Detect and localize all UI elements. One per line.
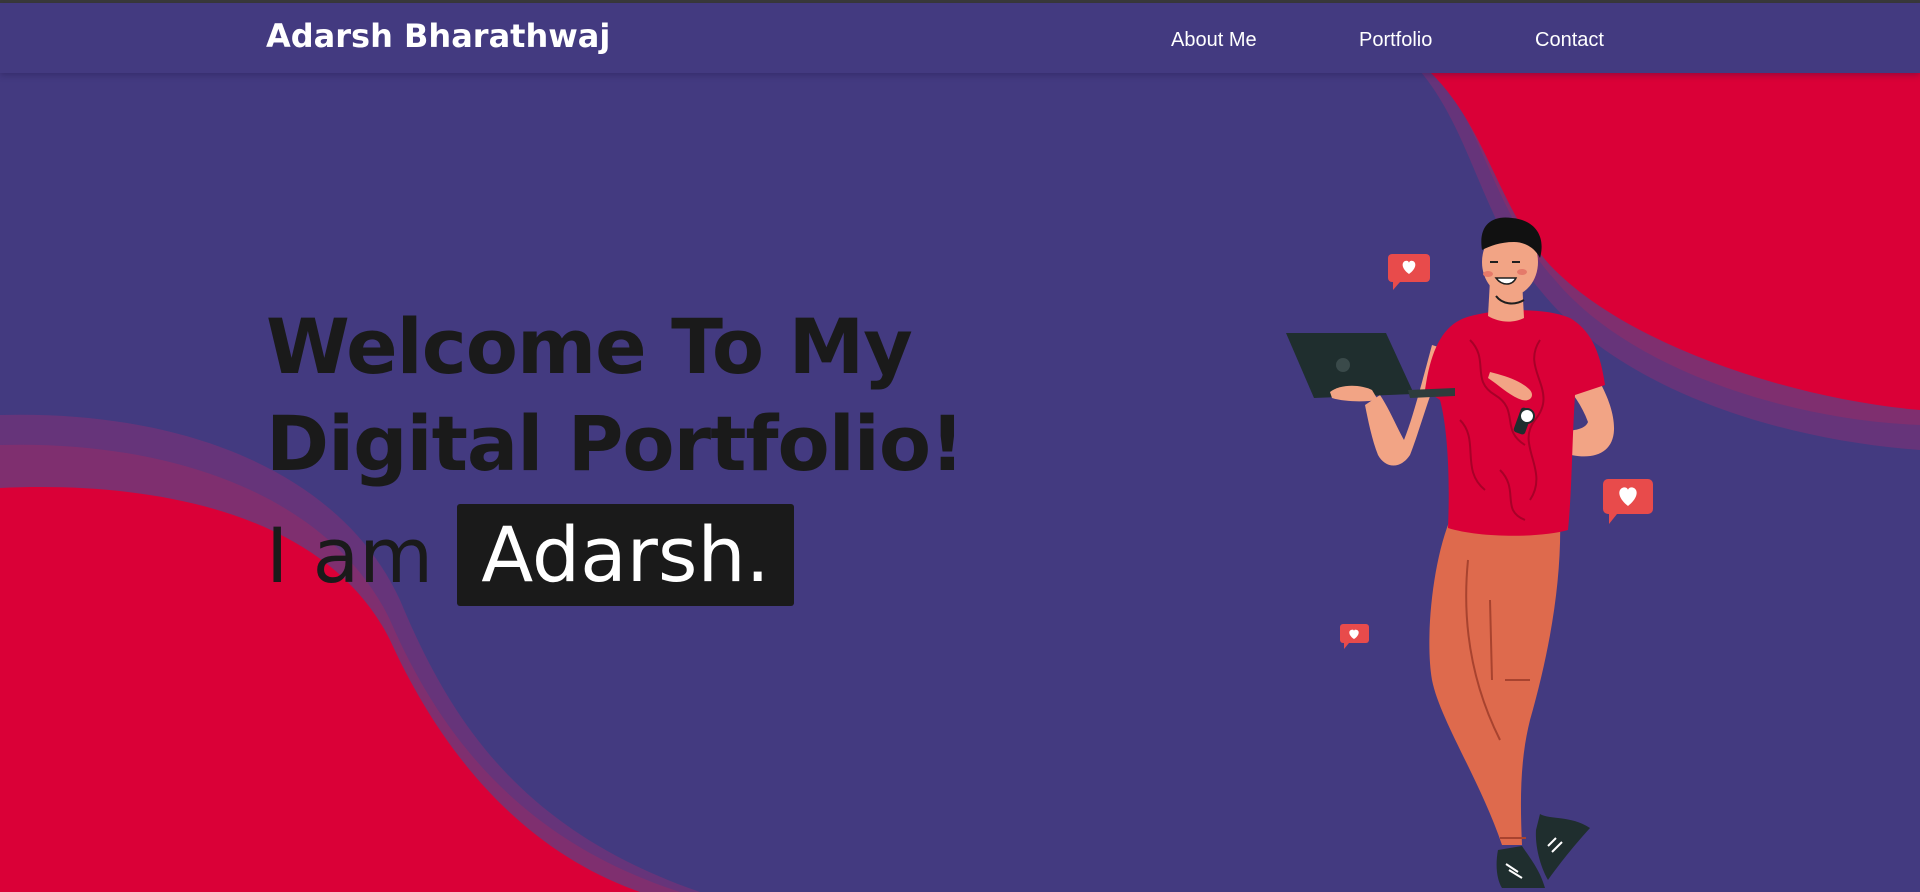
- nav-link-about[interactable]: About Me: [1171, 29, 1257, 52]
- person-with-laptop-illustration: [1286, 217, 1653, 888]
- hero-intro: I am Adarsh.: [266, 504, 794, 606]
- heart-bubble-icon: [1340, 624, 1369, 649]
- navbar: Adarsh Bharathwaj About Me Portfolio Con…: [0, 3, 1920, 73]
- brand-link[interactable]: Adarsh Bharathwaj: [266, 17, 610, 55]
- page: Adarsh Bharathwaj About Me Portfolio Con…: [0, 0, 1920, 892]
- nav-link-contact[interactable]: Contact: [1535, 29, 1604, 52]
- hero-name-highlight: Adarsh.: [457, 504, 794, 606]
- heart-bubble-icon: [1603, 479, 1653, 524]
- nav-link-portfolio[interactable]: Portfolio: [1359, 29, 1432, 52]
- heart-bubble-icon: [1388, 254, 1430, 290]
- hero-intro-text: I am: [266, 510, 434, 600]
- hero-title: Welcome To My Digital Portfolio!: [266, 302, 965, 488]
